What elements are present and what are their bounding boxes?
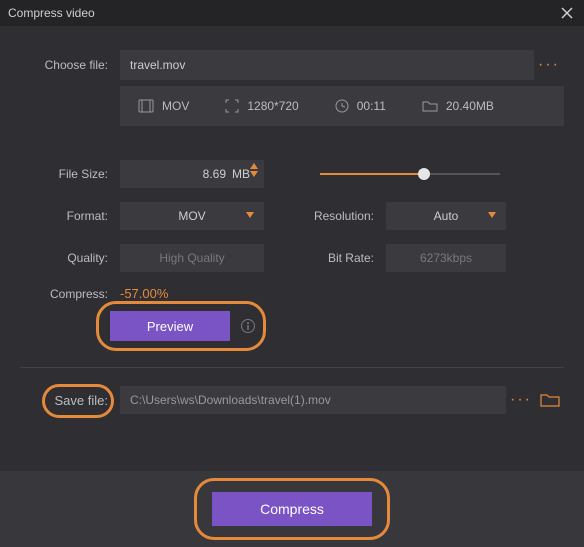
info-size: 20.40MB (422, 99, 494, 113)
save-path-more-button[interactable]: ··· (506, 391, 536, 409)
choose-file-more-button[interactable]: ··· (534, 56, 564, 74)
close-icon (560, 6, 574, 20)
divider (20, 367, 564, 368)
chevron-down-icon (488, 212, 496, 218)
bitrate-label: Bit Rate: (300, 251, 386, 265)
filesize-unit: MB (232, 167, 264, 181)
compress-label: Compress: (20, 287, 120, 301)
expand-icon (225, 99, 239, 113)
info-format: MOV (138, 99, 189, 113)
choose-file-input[interactable]: travel.mov (120, 50, 534, 80)
resolution-label: Resolution: (300, 209, 386, 223)
filesize-value: 8.69 (120, 167, 232, 181)
quality-label: Quality: (20, 251, 120, 265)
info-resolution: 1280*720 (225, 99, 298, 113)
compress-percentage: -57.00% (120, 286, 168, 301)
slider-thumb[interactable] (418, 168, 430, 180)
folder-open-icon (540, 392, 560, 408)
choose-file-value: travel.mov (130, 58, 185, 72)
save-file-label: Save file: (55, 393, 108, 408)
choose-file-label: Choose file: (20, 58, 120, 72)
resolution-select[interactable]: Auto (386, 202, 506, 230)
filesize-label: File Size: (20, 167, 120, 181)
compress-button[interactable]: Compress (212, 492, 372, 526)
open-folder-button[interactable] (536, 392, 564, 408)
chevron-down-icon (246, 212, 254, 218)
spinner-up-icon[interactable] (250, 163, 258, 169)
clock-icon (335, 99, 349, 113)
footer: Compress (0, 471, 584, 547)
save-path-value: C:\Users\ws\Downloads\travel(1).mov (130, 393, 331, 407)
close-button[interactable] (558, 4, 576, 22)
info-icon[interactable] (240, 318, 256, 334)
info-duration: 00:11 (335, 99, 386, 113)
filesize-spinner[interactable]: 8.69 MB (120, 160, 264, 188)
bitrate-value: 6273kbps (386, 244, 506, 272)
format-label: Format: (20, 209, 120, 223)
preview-button[interactable]: Preview (110, 311, 230, 341)
titlebar: Compress video (0, 0, 584, 26)
film-icon (138, 99, 154, 113)
save-path-input[interactable]: C:\Users\ws\Downloads\travel(1).mov (120, 386, 506, 414)
filesize-slider[interactable] (320, 168, 500, 180)
format-select[interactable]: MOV (120, 202, 264, 230)
folder-icon (422, 99, 438, 113)
file-info-strip: MOV 1280*720 00:11 20.40MB (120, 86, 564, 126)
spinner-down-icon[interactable] (250, 171, 258, 177)
compress-video-dialog: Compress video Choose file: travel.mov ·… (0, 0, 584, 547)
window-title: Compress video (8, 6, 95, 20)
quality-value: High Quality (120, 244, 264, 272)
